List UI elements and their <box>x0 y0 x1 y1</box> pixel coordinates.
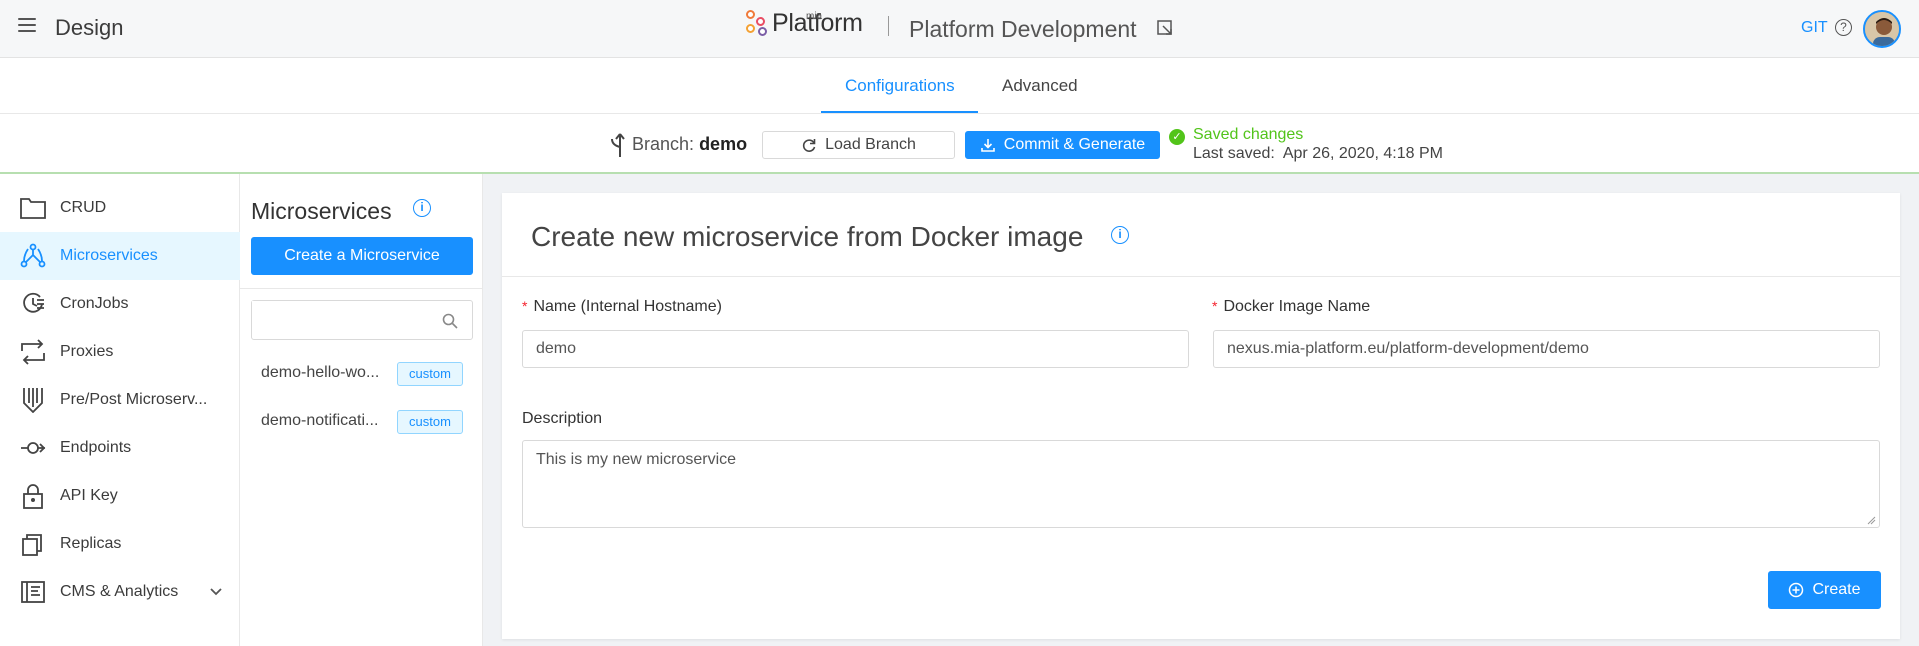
replicas-icon <box>20 531 46 557</box>
app-title: Design <box>55 15 124 40</box>
sidebar-item-crud[interactable]: CRUD <box>0 184 240 232</box>
info-icon[interactable]: i <box>413 199 431 217</box>
info-icon[interactable]: i <box>1111 226 1129 244</box>
project-title: Platform Development <box>909 16 1137 42</box>
logo-mark-icon <box>744 8 770 38</box>
decorator-icon <box>20 387 46 413</box>
sidebar: CRUD Microservices CronJobs Proxies Pre/… <box>0 174 240 646</box>
folder-icon <box>20 195 46 221</box>
plus-circle-icon <box>1789 582 1804 598</box>
sidebar-item-proxies[interactable]: Proxies <box>0 328 240 376</box>
search-icon[interactable] <box>442 313 458 329</box>
name-field[interactable]: demo <box>522 330 1189 368</box>
proxy-icon <box>20 339 46 365</box>
commit-generate-button[interactable]: Commit & Generate <box>965 131 1160 159</box>
sidebar-item-api-key[interactable]: API Key <box>0 472 240 520</box>
branch-name: demo <box>699 134 748 154</box>
panel-divider <box>240 288 483 289</box>
form-divider <box>502 276 1900 277</box>
external-link-icon[interactable] <box>1157 20 1173 36</box>
branch-icon <box>611 133 625 157</box>
list-item-microservice[interactable]: demo-hello-wo... <box>261 364 379 382</box>
load-branch-button[interactable]: Load Branch <box>762 131 955 159</box>
logo-text: mia Platform <box>772 8 863 38</box>
microservices-panel: Microservices i Create a Microservice de… <box>240 174 483 646</box>
menu-icon[interactable] <box>18 18 36 32</box>
user-avatar[interactable] <box>1863 10 1901 48</box>
sidebar-item-cms-analytics[interactable]: CMS & Analytics <box>0 568 240 616</box>
section-tabs: Configurations Advanced <box>0 58 1919 114</box>
create-button[interactable]: Create <box>1768 571 1881 609</box>
create-microservice-form: Create new microservice from Docker imag… <box>502 193 1900 639</box>
tab-advanced[interactable]: Advanced <box>1002 76 1078 96</box>
branch-bar: Branch: demo Load Branch Commit & Genera… <box>0 114 1919 174</box>
active-tab-indicator <box>821 111 978 113</box>
sidebar-item-pre-post-microservices[interactable]: Pre/Post Microserv... <box>0 376 240 424</box>
description-field-label: Description <box>522 410 603 427</box>
download-icon <box>980 139 995 152</box>
branch-label: Branch: demo <box>632 134 748 154</box>
list-item-microservice[interactable]: demo-notificati... <box>261 412 378 430</box>
chevron-down-icon[interactable] <box>210 585 222 599</box>
sidebar-item-replicas[interactable]: Replicas <box>0 520 240 568</box>
avatar-image-icon <box>1865 12 1899 46</box>
check-circle-icon: ✓ <box>1169 129 1185 145</box>
custom-tag: custom <box>397 362 463 386</box>
cronjob-icon <box>20 291 46 317</box>
git-link[interactable]: GIT <box>1801 19 1828 37</box>
sidebar-item-cronjobs[interactable]: CronJobs <box>0 280 240 328</box>
name-field-label: * Name (Internal Hostname) <box>522 298 722 315</box>
last-saved: Last saved: Apr 26, 2020, 4:18 PM <box>1193 145 1443 162</box>
required-marker: * <box>522 298 528 314</box>
top-header: Design mia Platform Platform Development… <box>0 0 1919 58</box>
lock-icon <box>20 483 46 509</box>
sidebar-item-microservices[interactable]: Microservices <box>0 232 240 280</box>
custom-tag: custom <box>397 410 463 434</box>
required-marker: * <box>1212 298 1218 314</box>
form-title: Create new microservice from Docker imag… <box>531 221 1084 252</box>
reload-icon <box>803 139 816 152</box>
endpoint-icon <box>20 435 46 461</box>
tab-configurations[interactable]: Configurations <box>845 76 955 96</box>
sidebar-item-endpoints[interactable]: Endpoints <box>0 424 240 472</box>
search-input[interactable] <box>252 301 432 337</box>
header-divider <box>888 16 889 36</box>
resize-handle-icon[interactable] <box>1866 515 1876 525</box>
microservices-title: Microservices <box>251 198 392 224</box>
last-saved-timestamp: Apr 26, 2020, 4:18 PM <box>1282 145 1443 162</box>
create-microservice-button[interactable]: Create a Microservice <box>251 237 473 275</box>
logo-small-text: mia <box>806 11 823 22</box>
help-icon[interactable]: ? <box>1835 19 1852 36</box>
microservices-icon <box>20 243 46 269</box>
microservice-search <box>251 300 473 340</box>
docker-image-field-label: * Docker Image Name <box>1212 298 1371 315</box>
mia-platform-logo[interactable]: mia Platform <box>744 8 863 38</box>
saved-status: Saved changes <box>1193 126 1304 143</box>
docker-image-field[interactable]: nexus.mia-platform.eu/platform-developme… <box>1213 330 1880 368</box>
cms-icon <box>20 579 46 605</box>
description-field[interactable]: This is my new microservice <box>522 440 1880 528</box>
